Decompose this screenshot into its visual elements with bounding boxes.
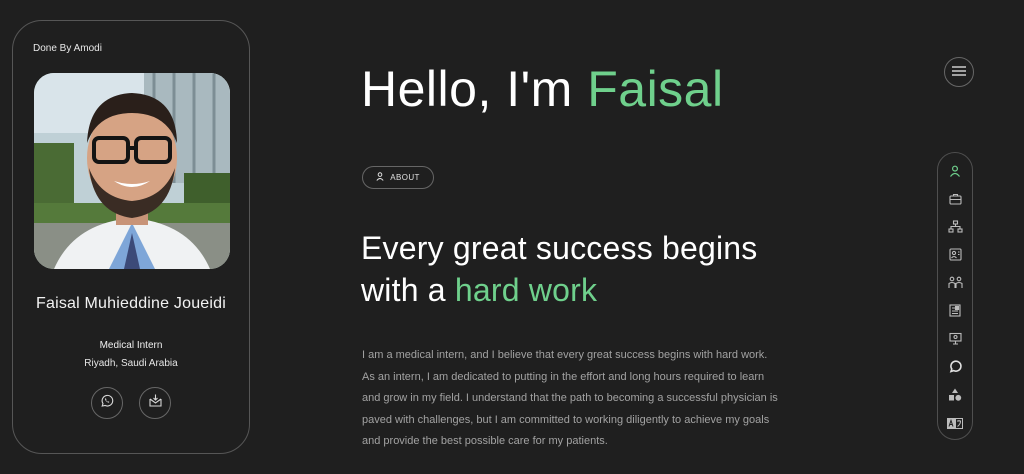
hero-name-accent: Faisal bbox=[587, 61, 724, 117]
about-paragraph: I am a medical intern, and I believe tha… bbox=[362, 349, 778, 447]
nav-experience[interactable] bbox=[938, 219, 972, 239]
presentation-icon bbox=[948, 332, 962, 350]
hero-greeting: Hello, I'm Faisal bbox=[361, 60, 724, 118]
mail-icon bbox=[148, 393, 163, 413]
credit-text: Done By Amodi bbox=[33, 43, 102, 54]
profile-photo bbox=[34, 73, 230, 269]
about-label: ABOUT bbox=[390, 173, 420, 182]
profile-name: Faisal Muhieddine Joueidi bbox=[36, 295, 226, 312]
nav-presentations[interactable] bbox=[938, 331, 972, 351]
profile-card: Done By Amodi Faisal Muhieddine Joueidi … bbox=[12, 20, 250, 454]
briefcase-icon bbox=[948, 192, 962, 210]
people-icon bbox=[947, 276, 963, 294]
user-icon bbox=[376, 172, 384, 183]
contact-card-icon bbox=[948, 248, 962, 266]
menu-button[interactable] bbox=[944, 57, 974, 87]
nav-about[interactable] bbox=[938, 163, 972, 183]
section-nav bbox=[937, 152, 973, 440]
email-button[interactable] bbox=[139, 387, 171, 419]
nav-skills[interactable] bbox=[938, 387, 972, 407]
nav-team[interactable] bbox=[938, 275, 972, 295]
profile-role: Medical Intern bbox=[99, 340, 163, 351]
user-icon bbox=[949, 164, 961, 182]
chat-bubble-icon bbox=[949, 360, 962, 378]
hamburger-icon bbox=[952, 63, 966, 81]
about-badge: ABOUT bbox=[362, 166, 434, 189]
profile-location: Riyadh, Saudi Arabia bbox=[84, 358, 178, 369]
hero-headline: Every great success begins with a hard w… bbox=[361, 227, 758, 311]
whatsapp-icon bbox=[100, 394, 114, 413]
nav-resume[interactable] bbox=[938, 191, 972, 211]
nav-messages[interactable] bbox=[938, 359, 972, 379]
nav-contact-card[interactable] bbox=[938, 247, 972, 267]
headline-prefix: with a bbox=[361, 272, 446, 308]
document-icon bbox=[949, 304, 961, 322]
headline-line-1: Every great success begins bbox=[361, 230, 758, 266]
translate-icon bbox=[947, 416, 963, 434]
headline-accent: hard work bbox=[454, 272, 598, 308]
whatsapp-button[interactable] bbox=[91, 387, 123, 419]
headline-line-2: with a hard work bbox=[361, 269, 758, 311]
greeting-text: Hello, I'm bbox=[361, 61, 573, 117]
nav-languages[interactable] bbox=[938, 415, 972, 435]
shapes-icon bbox=[948, 388, 962, 407]
nav-documents[interactable] bbox=[938, 303, 972, 323]
sitemap-icon bbox=[947, 220, 963, 238]
